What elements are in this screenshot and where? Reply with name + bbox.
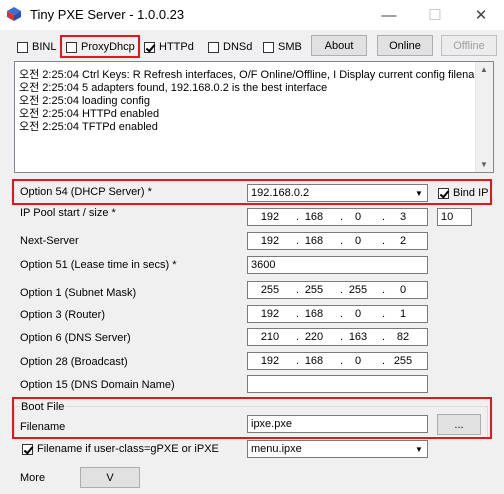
maximize-button[interactable]: ☐	[412, 0, 458, 30]
title-bar: Tiny PXE Server - 1.0.0.23 — ☐ ✕	[0, 0, 504, 30]
option51-value: 3600	[251, 259, 276, 271]
ip-octet: 0	[354, 355, 362, 367]
httpd-label: HTTPd	[159, 41, 194, 53]
ip-octet: 192	[260, 308, 280, 320]
ip-octet: 255	[260, 284, 280, 296]
log-scrollbar[interactable]: ▲ ▼	[475, 62, 493, 172]
userclass-combobox[interactable]: menu.ipxe ▼	[247, 440, 428, 458]
more-toggle-button[interactable]: V	[80, 467, 140, 488]
smb-label: SMB	[278, 41, 302, 53]
ip-dot: .	[296, 331, 300, 343]
ip-octet: 0	[354, 235, 362, 247]
proxydhcp-highlight	[60, 35, 140, 58]
smb-check-box[interactable]	[263, 41, 274, 53]
ip-octet: 168	[304, 211, 324, 223]
minimize-button[interactable]: —	[366, 0, 412, 30]
ip-pool-start-field[interactable]: 192 . 168 . 0 . 3	[247, 208, 428, 226]
more-label: More	[20, 472, 46, 484]
option6-label: Option 6 (DNS Server)	[20, 332, 131, 344]
option15-field[interactable]	[247, 375, 428, 393]
option3-field[interactable]: 192 . 168 . 0 . 1	[247, 305, 428, 323]
chevron-down-icon[interactable]: ▼	[411, 441, 427, 457]
scroll-up-icon[interactable]: ▲	[480, 65, 488, 74]
option15-label: Option 15 (DNS Domain Name)	[20, 379, 175, 391]
userclass-label: Filename if user-class=gPXE or iPXE	[37, 443, 219, 455]
ip-dot: .	[382, 284, 386, 296]
ip-dot: .	[296, 284, 300, 296]
ip-octet: 192	[260, 235, 280, 247]
close-button[interactable]: ✕	[458, 0, 504, 30]
ip-dot: .	[382, 308, 386, 320]
ip-octet: 3	[399, 211, 407, 223]
ip-dot: .	[340, 355, 344, 367]
app-icon	[7, 7, 21, 21]
ip-octet: 0	[354, 308, 362, 320]
ip-pool-size-value: 10	[441, 211, 454, 223]
ip-pool-label: IP Pool start / size *	[20, 207, 116, 219]
ip-octet: 210	[260, 331, 280, 343]
main-window: Tiny PXE Server - 1.0.0.23 — ☐ ✕ BINL Pr…	[0, 0, 504, 494]
ip-octet: 1	[399, 308, 407, 320]
ip-dot: .	[382, 355, 386, 367]
ip-octet: 163	[348, 331, 368, 343]
option51-field[interactable]: 3600	[247, 256, 428, 274]
smb-checkbox[interactable]: SMB	[263, 41, 302, 53]
next-server-label: Next-Server	[20, 235, 79, 247]
ip-octet: 168	[304, 235, 324, 247]
ip-pool-size-field[interactable]: 10	[437, 208, 472, 226]
httpd-check-box[interactable]	[144, 41, 155, 53]
userclass-value: menu.ipxe	[251, 443, 302, 455]
option28-field[interactable]: 192 . 168 . 0 . 255	[247, 352, 428, 370]
ip-octet: 168	[304, 355, 324, 367]
ip-octet: 168	[304, 308, 324, 320]
option1-field[interactable]: 255 . 255 . 255 . 0	[247, 281, 428, 299]
offline-button[interactable]: Offline	[441, 35, 497, 56]
ip-dot: .	[296, 308, 300, 320]
option3-label: Option 3 (Router)	[20, 309, 105, 321]
option54-highlight	[12, 179, 492, 205]
about-button[interactable]: About	[311, 35, 367, 56]
log-textbox[interactable]: 오전 2:25:04 Ctrl Keys: R Refresh interfac…	[14, 61, 494, 173]
option28-label: Option 28 (Broadcast)	[20, 356, 128, 368]
next-server-field[interactable]: 192 . 168 . 0 . 2	[247, 232, 428, 250]
ip-dot: .	[340, 331, 344, 343]
option51-label: Option 51 (Lease time in secs) *	[20, 259, 177, 271]
option1-label: Option 1 (Subnet Mask)	[20, 287, 137, 299]
ip-octet: 220	[304, 331, 324, 343]
scroll-down-icon[interactable]: ▼	[480, 160, 488, 169]
option6-field[interactable]: 210 . 220 . 163 . 82	[247, 328, 428, 346]
ip-dot: .	[296, 355, 300, 367]
ip-dot: .	[340, 235, 344, 247]
ip-octet: 0	[354, 211, 362, 223]
binl-check-box[interactable]	[17, 41, 28, 53]
binl-checkbox[interactable]: BINL	[17, 41, 56, 53]
httpd-checkbox[interactable]: HTTPd	[144, 41, 194, 53]
ip-octet: 255	[304, 284, 324, 296]
userclass-checkbox[interactable]: Filename if user-class=gPXE or iPXE	[22, 443, 219, 455]
online-button[interactable]: Online	[377, 35, 433, 56]
ip-dot: .	[382, 235, 386, 247]
ip-dot: .	[382, 211, 386, 223]
dnsd-check-box[interactable]	[208, 41, 219, 53]
ip-octet: 2	[399, 235, 407, 247]
boot-file-highlight	[12, 397, 492, 439]
ip-dot: .	[296, 211, 300, 223]
ip-octet: 192	[260, 211, 280, 223]
ip-dot: .	[340, 284, 344, 296]
ip-octet: 82	[396, 331, 410, 343]
ip-octet: 192	[260, 355, 280, 367]
userclass-check-box[interactable]	[22, 443, 33, 455]
ip-octet: 255	[393, 355, 413, 367]
ip-dot: .	[340, 211, 344, 223]
binl-label: BINL	[32, 41, 57, 53]
ip-octet: 0	[399, 284, 407, 296]
ip-octet: 255	[348, 284, 368, 296]
ip-dot: .	[382, 331, 386, 343]
ip-dot: .	[340, 308, 344, 320]
dnsd-label: DNSd	[223, 41, 253, 53]
log-line: 오전 2:25:04 TFTPd enabled	[19, 121, 158, 133]
ip-dot: .	[296, 235, 300, 247]
dnsd-checkbox[interactable]: DNSd	[208, 41, 252, 53]
window-title: Tiny PXE Server - 1.0.0.23	[30, 7, 185, 22]
